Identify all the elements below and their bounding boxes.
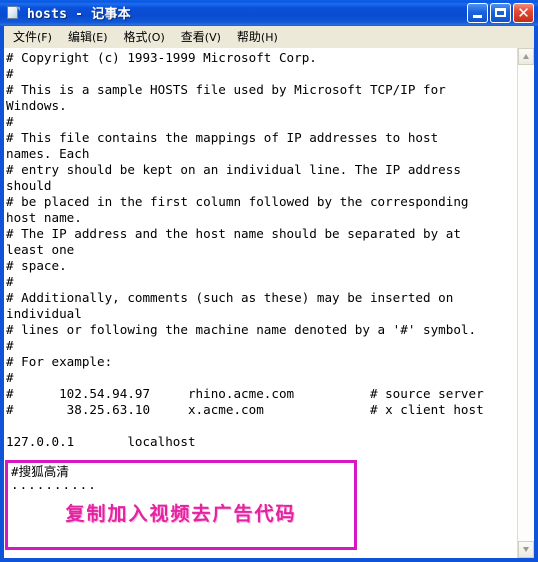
menu-accel: (F) (37, 30, 52, 44)
editor-line: # entry should be kept on an individual … (6, 162, 461, 177)
menu-label: 帮助 (236, 29, 261, 44)
scroll-down-arrow-icon (523, 547, 529, 552)
editor-line: # (6, 274, 14, 289)
menu-label: 查看 (180, 29, 205, 44)
scroll-up-button[interactable] (518, 48, 534, 65)
editor-line: # Copyright (c) 1993-1999 Microsoft Corp… (6, 50, 317, 65)
text-editor[interactable]: # Copyright (c) 1993-1999 Microsoft Corp… (4, 48, 516, 558)
client-area: # Copyright (c) 1993-1999 Microsoft Corp… (4, 48, 534, 558)
menu-label: 文件 (13, 29, 38, 44)
window-border-right (534, 26, 538, 562)
menu-accel: (O) (147, 30, 165, 44)
menu-item-file[interactable]: 文件(F) (6, 26, 59, 48)
editor-line: individual (6, 306, 82, 321)
maximize-icon (495, 8, 506, 17)
notepad-document-icon (7, 6, 21, 20)
minimize-icon (473, 15, 482, 18)
editor-line: # This file contains the mappings of IP … (6, 130, 439, 145)
menu-item-help[interactable]: 帮助(H) (230, 26, 285, 48)
editor-line: # lines or following the machine name de… (6, 322, 477, 337)
editor-line: # (6, 338, 14, 353)
close-icon: ✕ (517, 4, 530, 22)
annotation-highlight-box: #搜狐高清 .......... 复制加入视频去广告代码 (5, 460, 357, 550)
menu-item-edit[interactable]: 编辑(E) (61, 26, 115, 48)
menu-accel: (E) (91, 30, 108, 44)
menu-accel: (H) (260, 30, 278, 44)
editor-text: # Copyright (c) 1993-1999 Microsoft Corp… (6, 50, 516, 450)
title-bar[interactable]: hosts - 记事本 ✕ (0, 0, 538, 26)
editor-line: names. Each (6, 146, 90, 161)
editor-line: # For example: (6, 354, 113, 369)
menu-item-format[interactable]: 格式(O) (117, 26, 172, 48)
editor-line: # The IP address and the host name shoul… (6, 226, 461, 241)
menu-accel: (V) (204, 30, 221, 44)
close-button[interactable]: ✕ (513, 3, 534, 23)
editor-line: # (6, 66, 14, 81)
scroll-up-arrow-icon (523, 54, 529, 59)
vertical-scrollbar[interactable] (517, 48, 534, 558)
editor-line: least one (6, 242, 75, 257)
editor-line: # This is a sample HOSTS file used by Mi… (6, 82, 446, 97)
editor-line: # 102.54.94.97 rhino.acme.com # source s… (6, 386, 484, 401)
menu-label: 编辑 (67, 29, 92, 44)
menu-label: 格式 (123, 29, 148, 44)
menu-item-view[interactable]: 查看(V) (174, 26, 228, 48)
notepad-window: hosts - 记事本 ✕ 文件(F) 编辑(E) 格式(O) 查看(V) 帮助… (0, 0, 538, 562)
editor-line: host name. (6, 210, 82, 225)
editor-line: # Additionally, comments (such as these)… (6, 290, 454, 305)
editor-line: # (6, 370, 14, 385)
editor-line: # (6, 114, 14, 129)
editor-line: should (6, 178, 52, 193)
window-border-left (0, 26, 4, 562)
scrollbar-track[interactable] (518, 65, 534, 541)
editor-line: # 38.25.63.10 x.acme.com # x client host (6, 402, 484, 417)
annotation-banner-text: 复制加入视频去广告代码 (65, 503, 297, 525)
annotation-dots-line: .......... (11, 477, 97, 492)
window-title: hosts - 记事本 (27, 7, 131, 22)
maximize-button[interactable] (490, 3, 511, 23)
editor-line: # be placed in the first column followed… (6, 194, 469, 209)
editor-line: # space. (6, 258, 67, 273)
scroll-down-button[interactable] (518, 541, 534, 558)
editor-line: Windows. (6, 98, 67, 113)
editor-line: 127.0.0.1 localhost (6, 434, 196, 449)
minimize-button[interactable] (467, 3, 488, 23)
menu-bar: 文件(F) 编辑(E) 格式(O) 查看(V) 帮助(H) (4, 26, 534, 48)
window-controls: ✕ (467, 3, 534, 23)
window-border-bottom (0, 558, 538, 562)
